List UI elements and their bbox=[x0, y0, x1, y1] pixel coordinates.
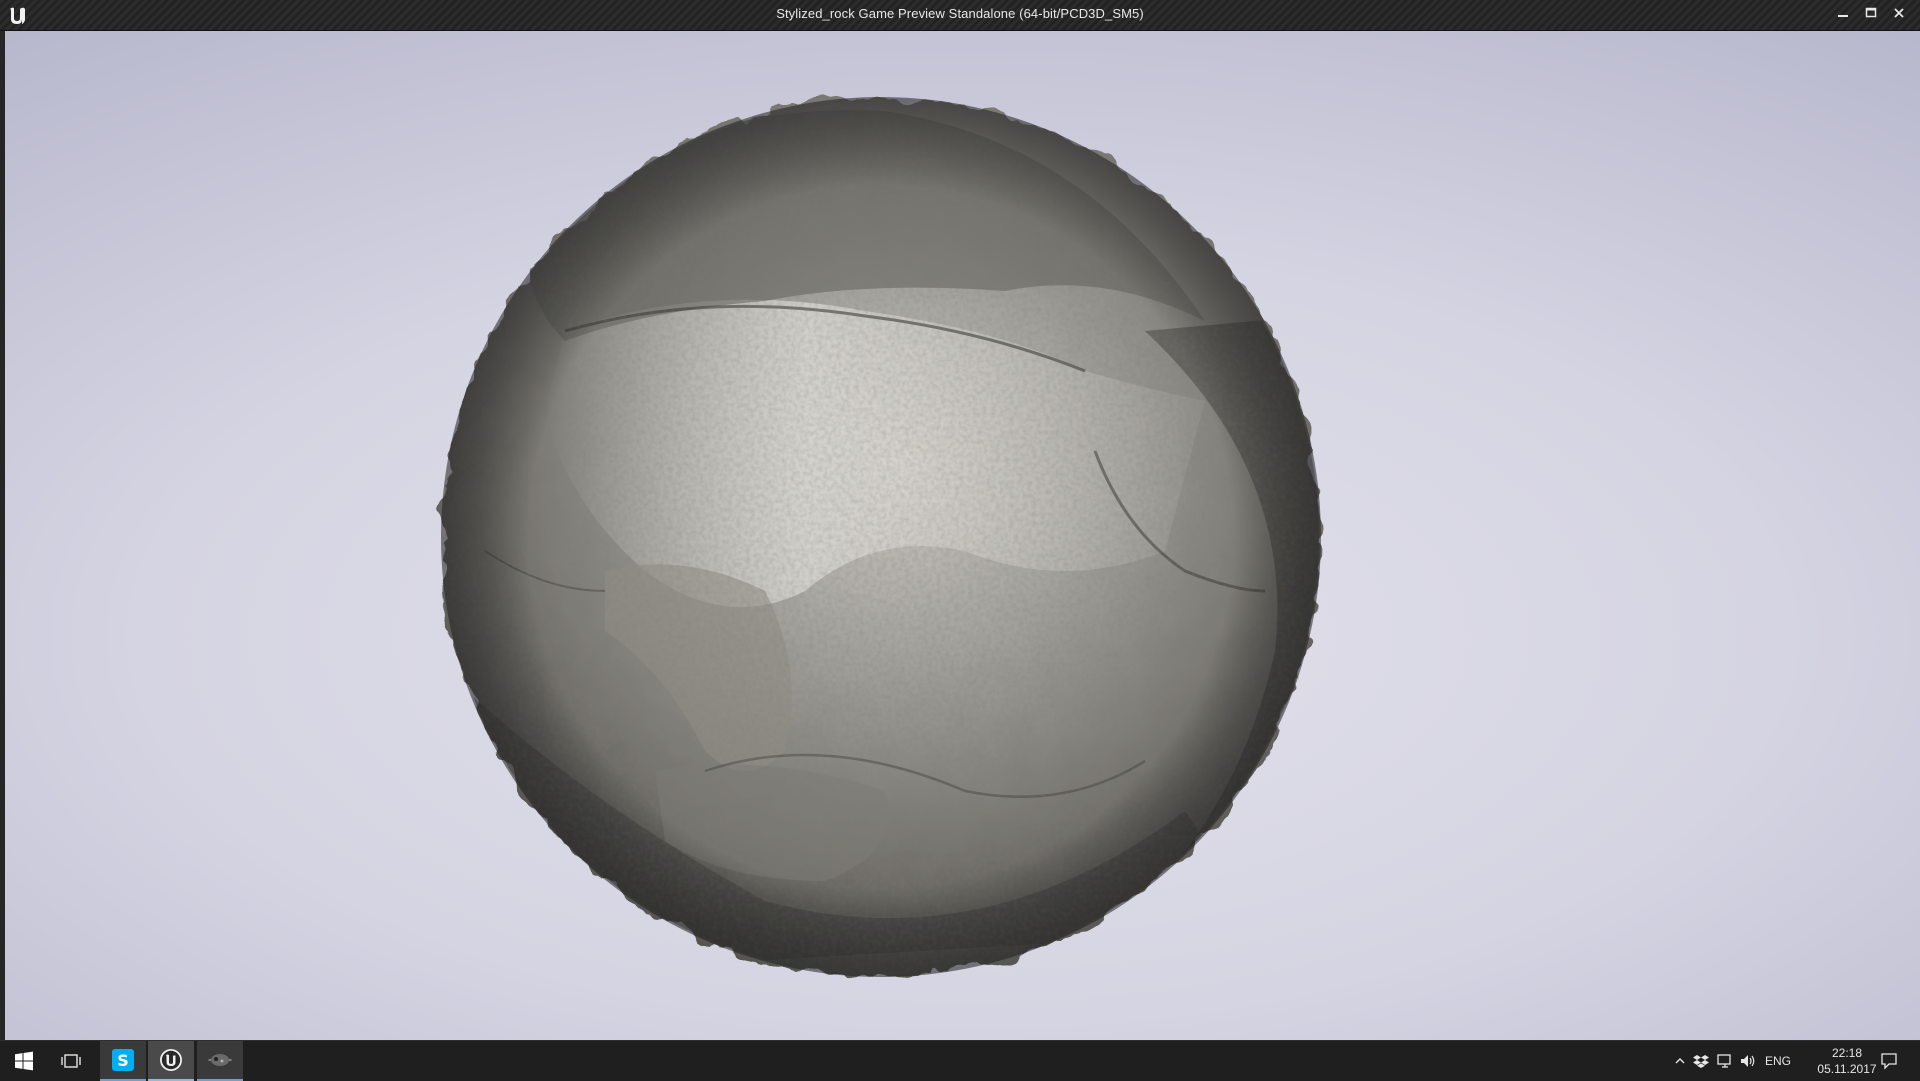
skype-icon: S bbox=[112, 1049, 134, 1071]
title-bar[interactable]: Stylized_rock Game Preview Standalone (6… bbox=[0, 0, 1920, 31]
rock-surface bbox=[441, 97, 1321, 977]
start-button[interactable] bbox=[0, 1041, 48, 1081]
task-view-button[interactable] bbox=[48, 1041, 94, 1081]
taskbar: S ENG 22:18 05.11.2017 bbox=[0, 1040, 1920, 1081]
show-hidden-icons-chevron-icon[interactable] bbox=[1672, 1053, 1688, 1069]
close-button[interactable] bbox=[1886, 3, 1912, 23]
notifications-icon[interactable] bbox=[1880, 1052, 1898, 1070]
task-view-icon bbox=[61, 1054, 81, 1068]
close-icon bbox=[1894, 8, 1904, 18]
unreal-editor-taskbar-button[interactable] bbox=[148, 1041, 194, 1081]
game-preview-window: Stylized_rock Game Preview Standalone (6… bbox=[0, 0, 1920, 1040]
windows-logo-icon bbox=[15, 1051, 33, 1071]
clock-time: 22:18 bbox=[1831, 1046, 1863, 1060]
clock[interactable]: 22:18 05.11.2017 bbox=[1802, 1045, 1892, 1077]
window-title: Stylized_rock Game Preview Standalone (6… bbox=[776, 6, 1144, 21]
stylized-rock-sphere bbox=[441, 97, 1321, 977]
dropbox-icon[interactable] bbox=[1693, 1053, 1709, 1069]
clock-date: 05.11.2017 bbox=[1817, 1062, 1877, 1076]
maximize-button[interactable] bbox=[1858, 3, 1884, 23]
svg-text:S: S bbox=[117, 1051, 129, 1070]
minimize-button[interactable] bbox=[1830, 3, 1856, 23]
maximize-icon bbox=[1865, 7, 1877, 18]
skype-taskbar-button[interactable]: S bbox=[100, 1041, 146, 1081]
network-icon[interactable] bbox=[1717, 1053, 1733, 1069]
input-language-indicator[interactable]: ENG bbox=[1765, 1041, 1791, 1081]
game-viewport[interactable] bbox=[5, 31, 1920, 1040]
minimize-icon bbox=[1838, 15, 1848, 17]
unreal-logo-icon bbox=[160, 1049, 182, 1071]
volume-icon[interactable] bbox=[1740, 1053, 1756, 1069]
game-preview-icon bbox=[208, 1054, 232, 1066]
game-preview-taskbar-button[interactable] bbox=[197, 1041, 243, 1081]
